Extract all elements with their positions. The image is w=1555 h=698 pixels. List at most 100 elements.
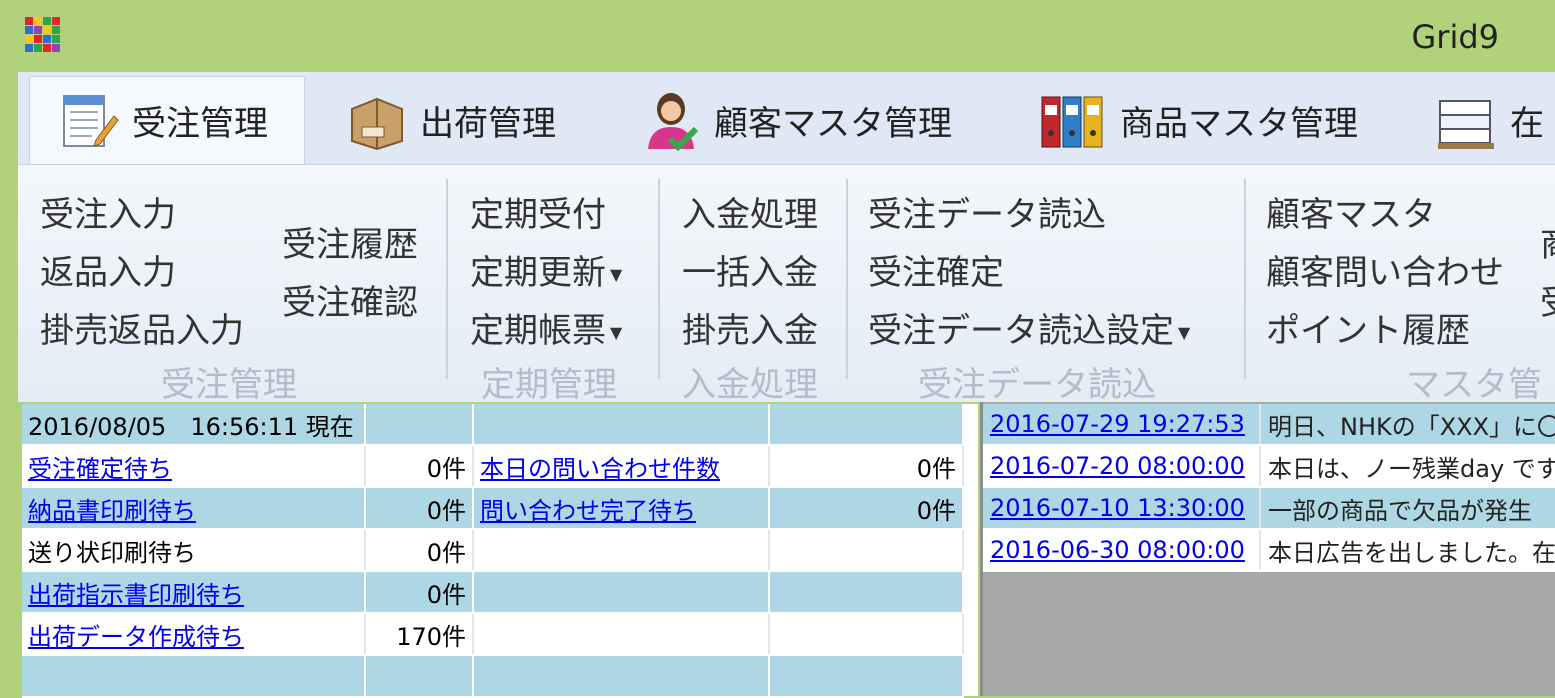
news-date: 2016-07-29 19:27:53 xyxy=(990,410,1245,438)
status-count: 0件 xyxy=(769,487,964,530)
credit-payment-button[interactable]: 掛売入金 xyxy=(682,303,818,352)
order-confirm-pending-link[interactable]: 受注確定待ち xyxy=(22,445,366,488)
app-grid-icon[interactable] xyxy=(25,17,60,52)
status-count: 170件 xyxy=(365,613,474,656)
news-date-link[interactable]: 2016-07-20 08:00:00 xyxy=(983,445,1261,488)
customer-icon xyxy=(640,89,702,152)
news-date-link[interactable]: 2016-07-10 13:30:00 xyxy=(983,487,1261,530)
binders-icon xyxy=(1040,89,1108,151)
news-date-link[interactable]: 2016-07-29 19:27:53 xyxy=(983,404,1261,446)
dropdown-arrow-icon: ▼ xyxy=(1178,323,1191,342)
order-extra-button[interactable]: 受 xyxy=(1540,275,1555,324)
regular-accept-button[interactable]: 定期受付 xyxy=(470,187,606,236)
table-row: 送り状印刷待ち 0件 xyxy=(22,529,964,572)
regular-forms-button[interactable]: 定期帳票 ▼ xyxy=(470,303,622,352)
invoice-print-pending-label: 送り状印刷待ち xyxy=(22,529,366,572)
table-row: 納品書印刷待ち 0件 問い合わせ完了待ち 0件 xyxy=(22,487,964,530)
tab-shipping-management[interactable]: 出荷管理 xyxy=(346,76,556,164)
status-link-label: 出荷データ作成待ち xyxy=(28,622,244,651)
empty-cell xyxy=(365,655,474,698)
empty-cell xyxy=(769,529,964,572)
status-grid-panel: 2016/08/05 16:56:11 現在 受注確定待ち 0件 本日の問い合わ… xyxy=(22,404,978,698)
inventory-boxes-icon xyxy=(1436,89,1498,151)
tab-label: 顧客マスタ管理 xyxy=(714,103,952,144)
shipping-instruction-print-pending-link[interactable]: 出荷指示書印刷待ち xyxy=(22,571,366,614)
empty-cell xyxy=(769,404,964,446)
table-row: 受注確定待ち 0件 本日の問い合わせ件数 0件 xyxy=(22,445,964,488)
tab-product-master[interactable]: 商品マスタ管理 xyxy=(1040,76,1358,164)
shipping-data-creation-pending-link[interactable]: 出荷データ作成待ち xyxy=(22,613,366,656)
group-separator xyxy=(658,179,660,379)
tab-inventory[interactable]: 在 xyxy=(1436,76,1544,164)
regular-update-button[interactable]: 定期更新 ▼ xyxy=(470,245,622,294)
ribbon-panel: 受注入力 返品入力 掛売返品入力 受注履歴 受注確認 受注管理 定期受付 定期更… xyxy=(18,164,1555,405)
order-entry-button[interactable]: 受注入力 xyxy=(40,187,176,236)
credit-returns-entry-button[interactable]: 掛売返品入力 xyxy=(40,303,244,352)
news-date: 2016-07-20 08:00:00 xyxy=(990,452,1245,480)
customer-master-button[interactable]: 顧客マスタ xyxy=(1266,187,1436,236)
timestamp-cell: 2016/08/05 16:56:11 現在 xyxy=(22,404,366,446)
tab-label: 商品マスタ管理 xyxy=(1120,103,1358,144)
today-inquiry-count-link[interactable]: 本日の問い合わせ件数 xyxy=(473,445,770,488)
ribbon-tab-row: 受注管理 出荷管理 顧客マスタ管理 商品マスタ管理 在 xyxy=(18,72,1555,164)
group-separator xyxy=(846,179,848,379)
inquiry-completion-pending-link[interactable]: 問い合わせ完了待ち xyxy=(473,487,770,530)
news-date: 2016-06-30 08:00:00 xyxy=(990,536,1245,564)
news-row: 2016-07-29 19:27:53 明日、NHKの「XXX」に〇〇 xyxy=(983,404,1555,446)
regular-update-label: 定期更新 xyxy=(470,253,606,293)
order-data-read-button[interactable]: 受注データ読込 xyxy=(868,187,1106,236)
news-date-link[interactable]: 2016-06-30 08:00:00 xyxy=(983,529,1261,572)
status-grid: 2016/08/05 16:56:11 現在 受注確定待ち 0件 本日の問い合わ… xyxy=(22,404,964,698)
order-data-read-settings-label: 受注データ読込設定 xyxy=(868,311,1174,351)
order-confirm-button[interactable]: 受注確認 xyxy=(282,275,418,324)
status-count: 0件 xyxy=(365,529,474,572)
status-count: 0件 xyxy=(365,487,474,530)
order-history-button[interactable]: 受注履歴 xyxy=(282,217,418,266)
payment-process-button[interactable]: 入金処理 xyxy=(682,187,818,236)
shipping-box-icon xyxy=(346,89,408,151)
empty-cell xyxy=(473,571,770,614)
regular-forms-label: 定期帳票 xyxy=(470,311,606,351)
empty-cell xyxy=(473,404,770,446)
status-link-label: 本日の問い合わせ件数 xyxy=(480,454,720,483)
news-panel: 2016-07-29 19:27:53 明日、NHKの「XXX」に〇〇 2016… xyxy=(980,402,1555,696)
returns-entry-button[interactable]: 返品入力 xyxy=(40,245,176,294)
news-row: 2016-07-10 13:30:00 一部の商品で欠品が発生 xyxy=(983,487,1555,530)
tab-customer-master[interactable]: 顧客マスタ管理 xyxy=(640,76,952,164)
order-form-icon xyxy=(58,90,120,152)
status-count: 0件 xyxy=(769,445,964,488)
tab-order-management[interactable]: 受注管理 xyxy=(29,76,305,164)
ribbon: 受注管理 出荷管理 顧客マスタ管理 商品マスタ管理 在 受注入力 返品入力 掛売… xyxy=(18,72,1555,405)
group-label-import: 受注データ読込 xyxy=(918,365,1156,405)
table-row: 2016/08/05 16:56:11 現在 xyxy=(22,404,964,446)
status-link-label: 出荷指示書印刷待ち xyxy=(28,580,244,609)
content-area: 2016/08/05 16:56:11 現在 受注確定待ち 0件 本日の問い合わ… xyxy=(18,402,1555,698)
empty-cell xyxy=(769,571,964,614)
status-count: 0件 xyxy=(365,571,474,614)
order-data-read-settings-button[interactable]: 受注データ読込設定 ▼ xyxy=(868,303,1190,352)
table-row: 出荷データ作成待ち 170件 xyxy=(22,613,964,656)
product-master-button[interactable]: 商 xyxy=(1540,217,1555,266)
empty-cell xyxy=(769,655,964,698)
group-separator xyxy=(1244,179,1246,379)
point-history-button[interactable]: ポイント履歴 xyxy=(1266,303,1470,352)
news-text: 本日は、ノー残業day です xyxy=(1260,445,1555,488)
delivery-note-print-pending-link[interactable]: 納品書印刷待ち xyxy=(22,487,366,530)
tab-label: 受注管理 xyxy=(132,104,268,144)
status-count: 0件 xyxy=(365,445,474,488)
tab-label: 在 xyxy=(1510,103,1544,144)
dropdown-arrow-icon: ▼ xyxy=(610,323,623,342)
group-label-regular: 定期管理 xyxy=(481,365,617,405)
bulk-payment-button[interactable]: 一括入金 xyxy=(682,245,818,294)
news-text: 一部の商品で欠品が発生 xyxy=(1260,487,1555,530)
empty-cell xyxy=(473,655,770,698)
news-text: 明日、NHKの「XXX」に〇〇 xyxy=(1260,404,1555,446)
status-link-label: 納品書印刷待ち xyxy=(28,496,196,525)
customer-inquiry-button[interactable]: 顧客問い合わせ xyxy=(1266,245,1504,294)
empty-cell xyxy=(365,404,474,446)
dropdown-arrow-icon: ▼ xyxy=(610,265,623,284)
news-row: 2016-07-20 08:00:00 本日は、ノー残業day です xyxy=(983,445,1555,488)
table-row xyxy=(22,655,964,698)
order-finalize-button[interactable]: 受注確定 xyxy=(868,245,1004,294)
news-date: 2016-07-10 13:30:00 xyxy=(990,494,1245,522)
